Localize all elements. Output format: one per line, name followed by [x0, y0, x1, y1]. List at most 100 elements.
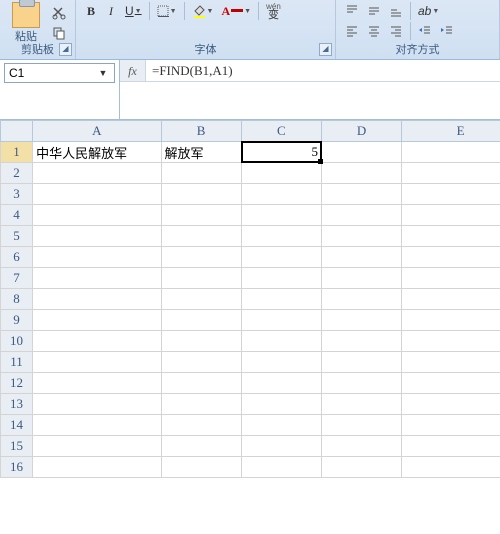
cell-C8[interactable]	[241, 289, 321, 310]
align-bottom-button[interactable]	[386, 2, 406, 20]
cell-C5[interactable]	[241, 226, 321, 247]
row-header-14[interactable]: 14	[1, 415, 33, 436]
row-header-16[interactable]: 16	[1, 457, 33, 478]
align-right-button[interactable]	[386, 22, 406, 40]
cell-D4[interactable]	[322, 205, 402, 226]
cell-C2[interactable]	[241, 163, 321, 184]
worksheet-grid[interactable]: A B C D E 1中华人民解放军解放军5234567891011121314…	[0, 120, 500, 478]
select-all-corner[interactable]	[1, 121, 33, 142]
cell-C10[interactable]	[241, 331, 321, 352]
cell-A10[interactable]	[33, 331, 161, 352]
cell-D11[interactable]	[322, 352, 402, 373]
cell-C11[interactable]	[241, 352, 321, 373]
cell-A16[interactable]	[33, 457, 161, 478]
cell-A5[interactable]	[33, 226, 161, 247]
cell-E15[interactable]	[402, 436, 500, 457]
cell-D3[interactable]	[322, 184, 402, 205]
cell-D13[interactable]	[322, 394, 402, 415]
cell-C14[interactable]	[241, 415, 321, 436]
cell-C7[interactable]	[241, 268, 321, 289]
row-header-13[interactable]: 13	[1, 394, 33, 415]
cell-E5[interactable]	[402, 226, 500, 247]
cell-A6[interactable]	[33, 247, 161, 268]
cell-A9[interactable]	[33, 310, 161, 331]
cell-E14[interactable]	[402, 415, 500, 436]
cell-C15[interactable]	[241, 436, 321, 457]
border-button[interactable]: ▼	[154, 2, 180, 20]
cell-A3[interactable]	[33, 184, 161, 205]
font-color-button[interactable]: A ▼	[218, 2, 254, 20]
row-header-3[interactable]: 3	[1, 184, 33, 205]
underline-button[interactable]: U▼	[122, 2, 145, 20]
cell-A1[interactable]: 中华人民解放军	[33, 142, 161, 163]
bold-button[interactable]: B	[82, 2, 100, 20]
formula-input[interactable]: =FIND(B1,A1)	[146, 60, 500, 81]
row-header-12[interactable]: 12	[1, 373, 33, 394]
cell-E6[interactable]	[402, 247, 500, 268]
copy-button[interactable]	[49, 24, 69, 42]
row-header-5[interactable]: 5	[1, 226, 33, 247]
cell-B12[interactable]	[161, 373, 241, 394]
cell-A8[interactable]	[33, 289, 161, 310]
italic-button[interactable]: I	[102, 2, 120, 20]
cell-A15[interactable]	[33, 436, 161, 457]
row-header-11[interactable]: 11	[1, 352, 33, 373]
cell-B2[interactable]	[161, 163, 241, 184]
row-header-1[interactable]: 1	[1, 142, 33, 163]
cell-C9[interactable]	[241, 310, 321, 331]
cell-B3[interactable]	[161, 184, 241, 205]
cell-E2[interactable]	[402, 163, 500, 184]
align-left-button[interactable]	[342, 22, 362, 40]
chevron-down-icon[interactable]: ▼	[96, 68, 110, 78]
cut-button[interactable]	[49, 4, 69, 22]
orientation-button[interactable]: ab▼	[415, 2, 442, 20]
cell-D12[interactable]	[322, 373, 402, 394]
cell-E10[interactable]	[402, 331, 500, 352]
cell-B10[interactable]	[161, 331, 241, 352]
cell-A4[interactable]	[33, 205, 161, 226]
cell-B5[interactable]	[161, 226, 241, 247]
cell-B6[interactable]	[161, 247, 241, 268]
cell-E11[interactable]	[402, 352, 500, 373]
increase-indent-button[interactable]	[437, 22, 457, 40]
col-header-C[interactable]: C	[241, 121, 321, 142]
cell-C1[interactable]: 5	[241, 142, 321, 163]
row-header-8[interactable]: 8	[1, 289, 33, 310]
cell-E4[interactable]	[402, 205, 500, 226]
paste-button[interactable]: 粘贴	[6, 2, 46, 44]
row-header-6[interactable]: 6	[1, 247, 33, 268]
cell-D16[interactable]	[322, 457, 402, 478]
cell-C6[interactable]	[241, 247, 321, 268]
cell-C16[interactable]	[241, 457, 321, 478]
col-header-D[interactable]: D	[322, 121, 402, 142]
cell-D14[interactable]	[322, 415, 402, 436]
cell-E8[interactable]	[402, 289, 500, 310]
fx-button[interactable]: fx	[120, 60, 146, 81]
clipboard-dialog-launcher[interactable]: ◢	[59, 43, 72, 56]
fill-color-button[interactable]: ▼	[189, 2, 217, 20]
cell-A11[interactable]	[33, 352, 161, 373]
cell-D1[interactable]	[322, 142, 402, 163]
cell-B11[interactable]	[161, 352, 241, 373]
font-dialog-launcher[interactable]: ◢	[319, 43, 332, 56]
cell-D5[interactable]	[322, 226, 402, 247]
cell-B15[interactable]	[161, 436, 241, 457]
cell-D15[interactable]	[322, 436, 402, 457]
cell-A2[interactable]	[33, 163, 161, 184]
cell-D9[interactable]	[322, 310, 402, 331]
cell-B1[interactable]: 解放军	[161, 142, 241, 163]
cell-E16[interactable]	[402, 457, 500, 478]
cell-A7[interactable]	[33, 268, 161, 289]
cell-D7[interactable]	[322, 268, 402, 289]
row-header-15[interactable]: 15	[1, 436, 33, 457]
cell-A13[interactable]	[33, 394, 161, 415]
cell-B4[interactable]	[161, 205, 241, 226]
cell-D8[interactable]	[322, 289, 402, 310]
cell-E13[interactable]	[402, 394, 500, 415]
cell-E9[interactable]	[402, 310, 500, 331]
row-header-10[interactable]: 10	[1, 331, 33, 352]
col-header-A[interactable]: A	[33, 121, 161, 142]
name-box[interactable]: C1 ▼	[4, 63, 115, 83]
phonetic-button[interactable]: wén 变	[263, 2, 284, 20]
decrease-indent-button[interactable]	[415, 22, 435, 40]
